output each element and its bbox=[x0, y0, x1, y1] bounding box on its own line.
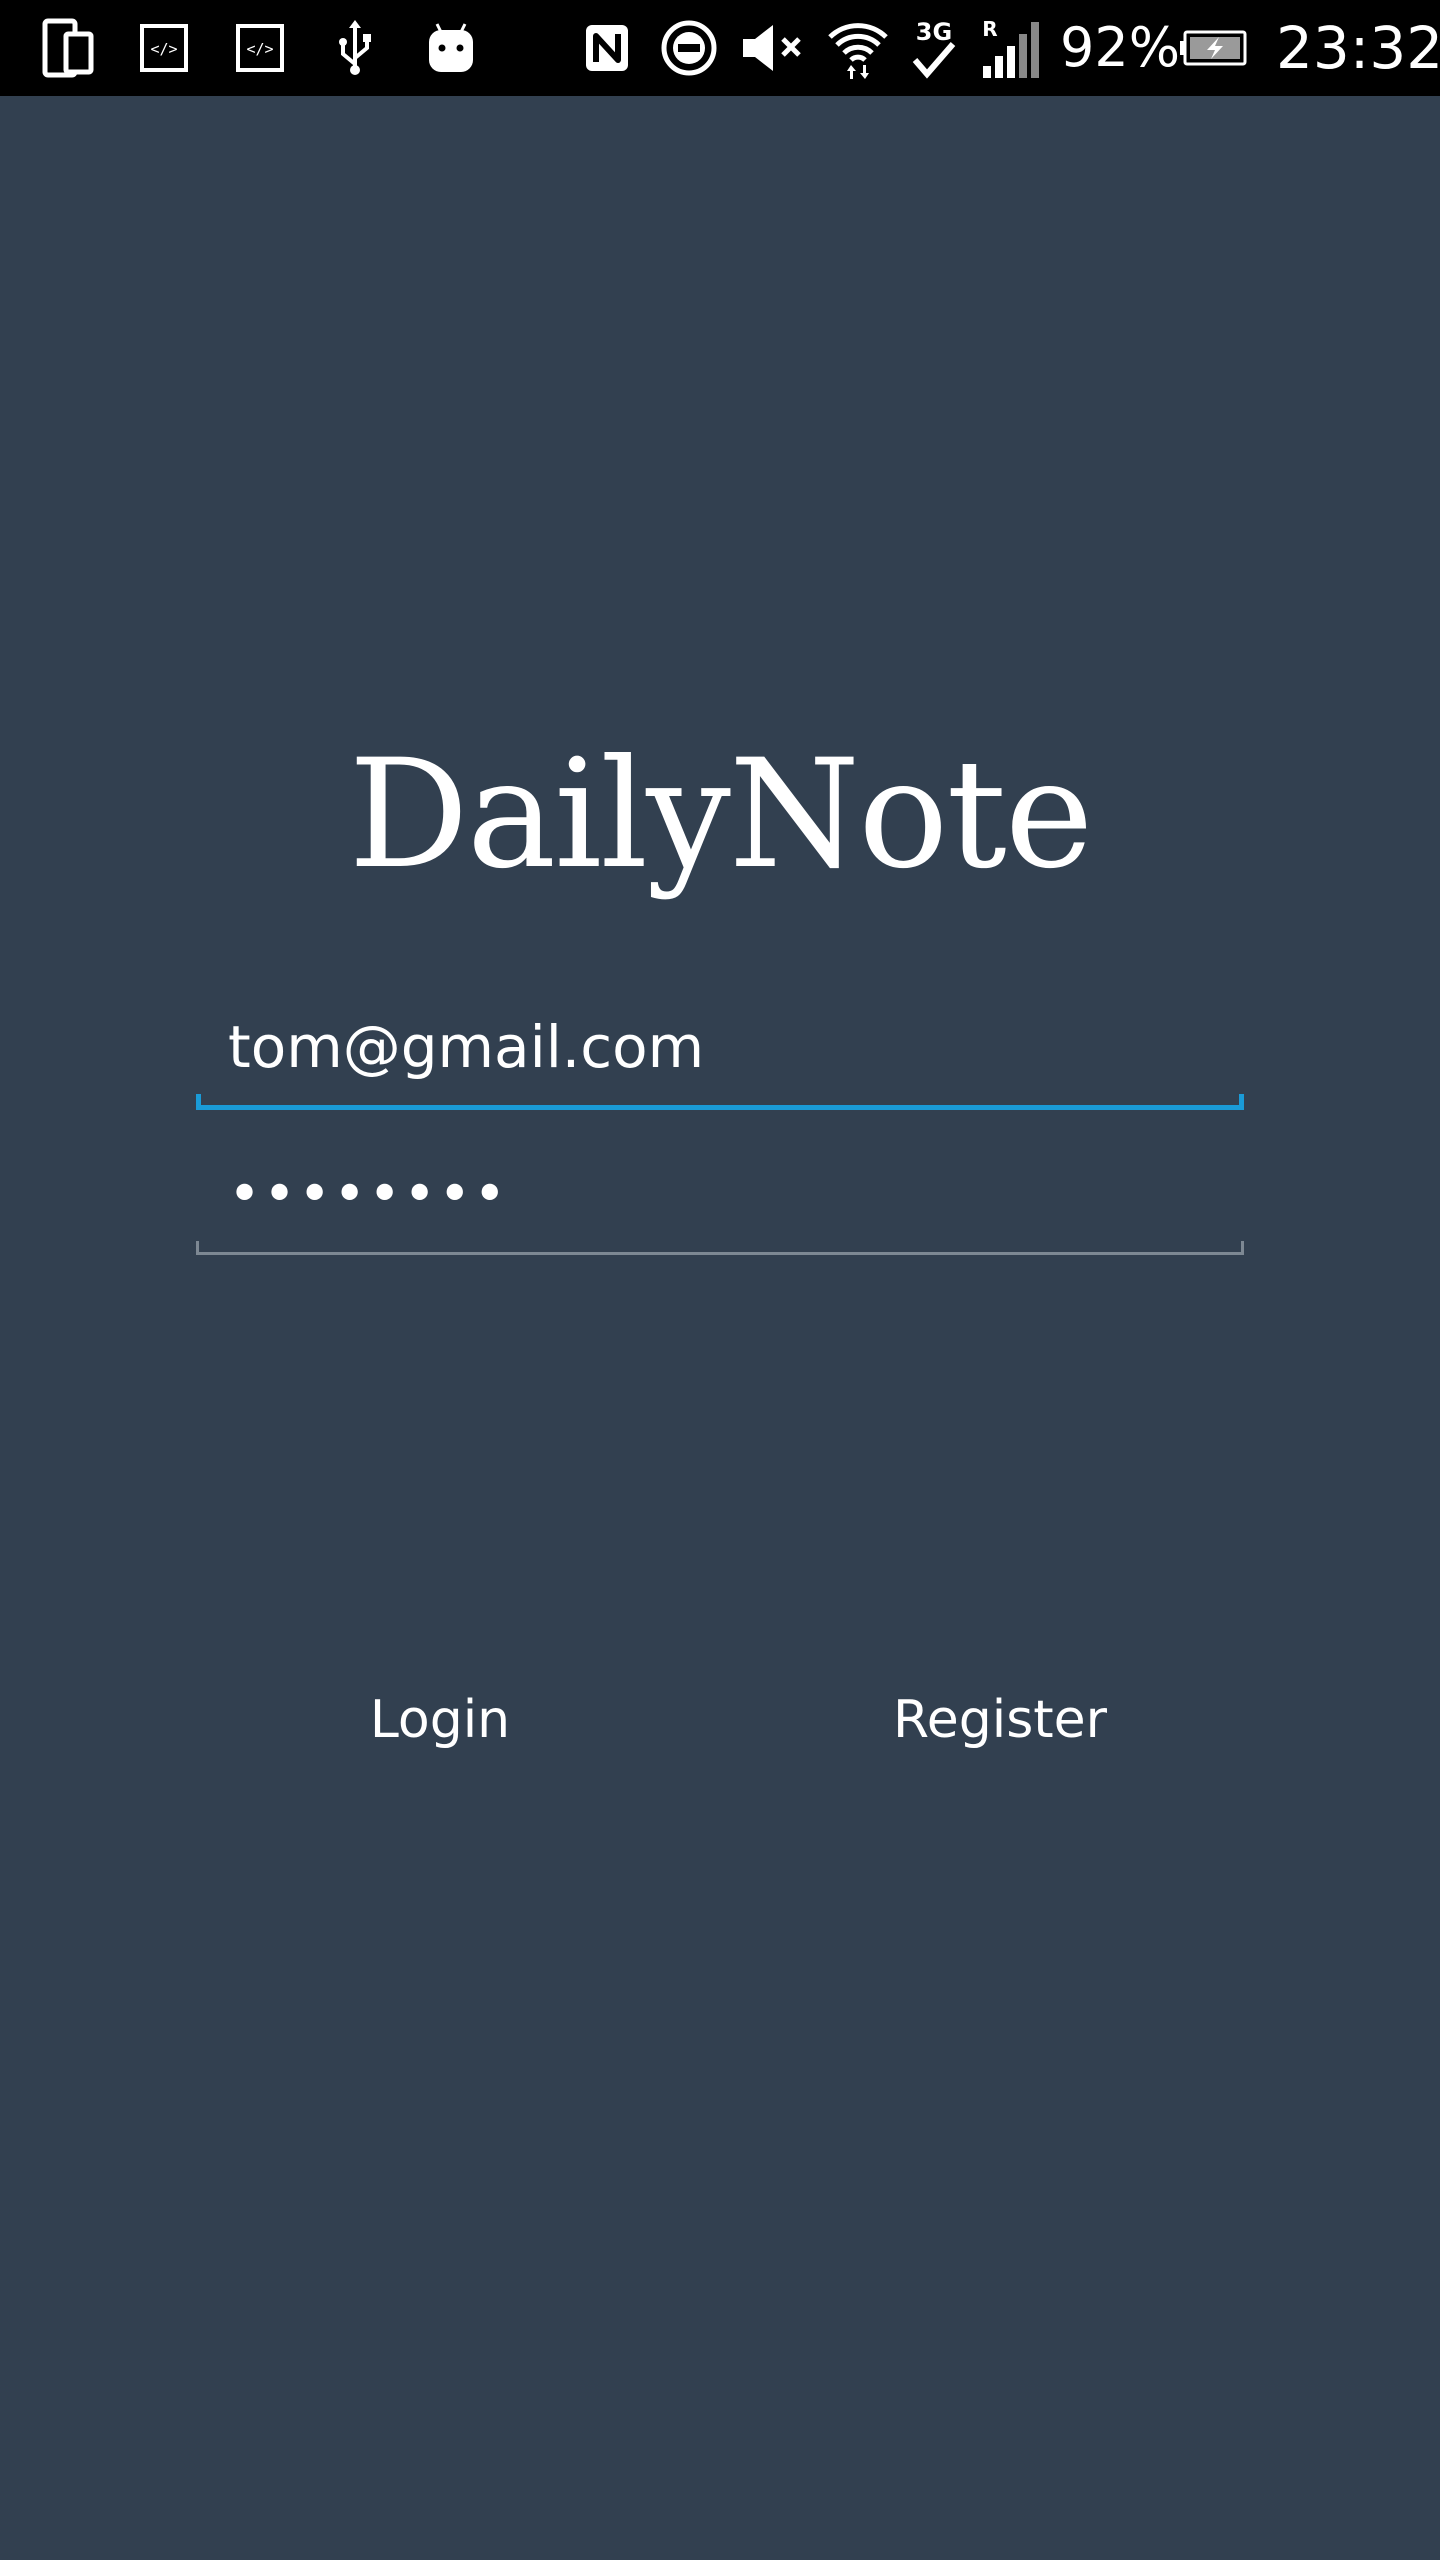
clock: 23:32 bbox=[1276, 14, 1440, 82]
code-box-icon: </> bbox=[138, 0, 190, 96]
android-icon bbox=[424, 0, 478, 96]
svg-text:3G: 3G bbox=[916, 18, 952, 46]
password-field-right-tick bbox=[1241, 1241, 1244, 1255]
code-box-icon: </> bbox=[234, 0, 286, 96]
3g-data-icon: 3G bbox=[908, 0, 960, 96]
phone-tablet-icon bbox=[40, 0, 96, 96]
password-field[interactable]: •••••••• bbox=[196, 1150, 1244, 1255]
mute-icon bbox=[740, 0, 806, 96]
email-field-underline bbox=[196, 1105, 1244, 1110]
email-field-right-tick bbox=[1239, 1094, 1244, 1110]
password-field-left-tick bbox=[196, 1241, 199, 1255]
usb-icon bbox=[330, 0, 380, 96]
register-button[interactable]: Register bbox=[880, 1680, 1120, 1760]
svg-text:</>: </> bbox=[150, 40, 177, 58]
svg-text:R: R bbox=[982, 17, 997, 41]
password-input-value[interactable]: •••••••• bbox=[228, 1160, 508, 1230]
battery-percent: 92% bbox=[1060, 16, 1181, 79]
nfc-icon bbox=[582, 0, 632, 96]
email-field-left-tick bbox=[196, 1094, 201, 1110]
svg-text:</>: </> bbox=[246, 40, 273, 58]
status-bar: </> </> 3G R 92% 23:32 bbox=[0, 0, 1440, 96]
signal-icon: R bbox=[980, 0, 1042, 96]
password-field-underline bbox=[196, 1252, 1244, 1255]
login-button[interactable]: Login bbox=[340, 1680, 540, 1760]
wifi-icon bbox=[826, 0, 890, 96]
app-title: DailyNote bbox=[348, 728, 1094, 902]
do-not-disturb-icon bbox=[660, 0, 718, 96]
email-field[interactable]: tom@gmail.com bbox=[196, 1000, 1244, 1110]
battery-charging-icon bbox=[1178, 0, 1250, 96]
email-input-value[interactable]: tom@gmail.com bbox=[228, 1012, 704, 1082]
